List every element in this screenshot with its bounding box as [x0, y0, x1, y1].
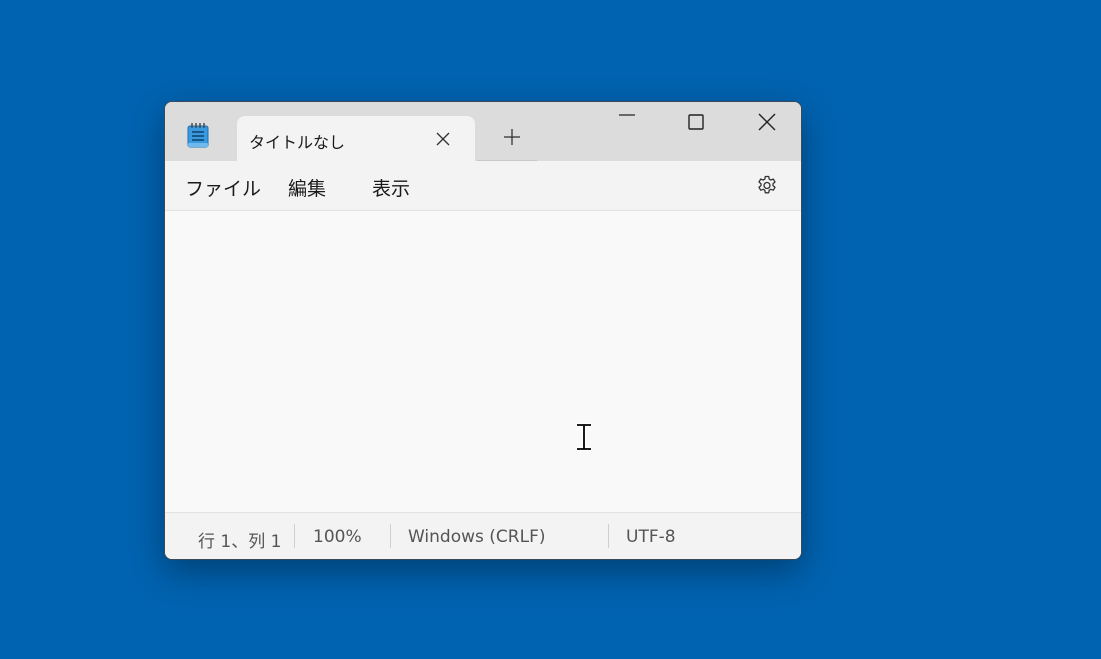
close-icon: [436, 132, 450, 146]
new-tab-button[interactable]: [495, 122, 529, 152]
gear-icon: [758, 175, 776, 194]
menu-bar: ファイル 編集 表示: [165, 161, 801, 211]
tab-close-button[interactable]: [429, 126, 457, 152]
minimize-button[interactable]: [593, 102, 661, 142]
status-zoom: 100%: [313, 527, 362, 547]
notepad-icon: [187, 123, 209, 148]
minimize-icon: [619, 114, 635, 116]
status-line-ending: Windows (CRLF): [408, 527, 546, 547]
status-cursor-position: 行 1、列 1: [198, 532, 282, 552]
desktop: タイトルなし ファイル 編集 表示 行 1、列 1 100% Windows (…: [0, 0, 1101, 659]
text-editor[interactable]: [165, 211, 801, 513]
title-bar[interactable]: タイトルなし: [165, 102, 801, 162]
menu-file[interactable]: ファイル: [185, 174, 261, 201]
tab-title: タイトルなし: [249, 133, 346, 152]
maximize-button[interactable]: [662, 102, 730, 142]
status-encoding: UTF-8: [626, 527, 676, 547]
status-divider: [608, 524, 609, 548]
menu-view[interactable]: 表示: [372, 174, 410, 201]
plus-icon: [504, 129, 520, 145]
notepad-window: タイトルなし ファイル 編集 表示 行 1、列 1 100% Windows (…: [164, 101, 802, 560]
close-icon: [758, 113, 776, 131]
status-divider: [294, 524, 295, 548]
menu-edit[interactable]: 編集: [288, 174, 326, 201]
text-cursor-icon: [577, 423, 591, 451]
tab-untitled[interactable]: タイトルなし: [237, 116, 475, 162]
close-button[interactable]: [733, 102, 801, 142]
status-divider: [390, 524, 391, 548]
settings-button[interactable]: [753, 172, 781, 200]
status-bar: 行 1、列 1 100% Windows (CRLF) UTF-8: [165, 513, 801, 559]
maximize-icon: [688, 114, 704, 130]
